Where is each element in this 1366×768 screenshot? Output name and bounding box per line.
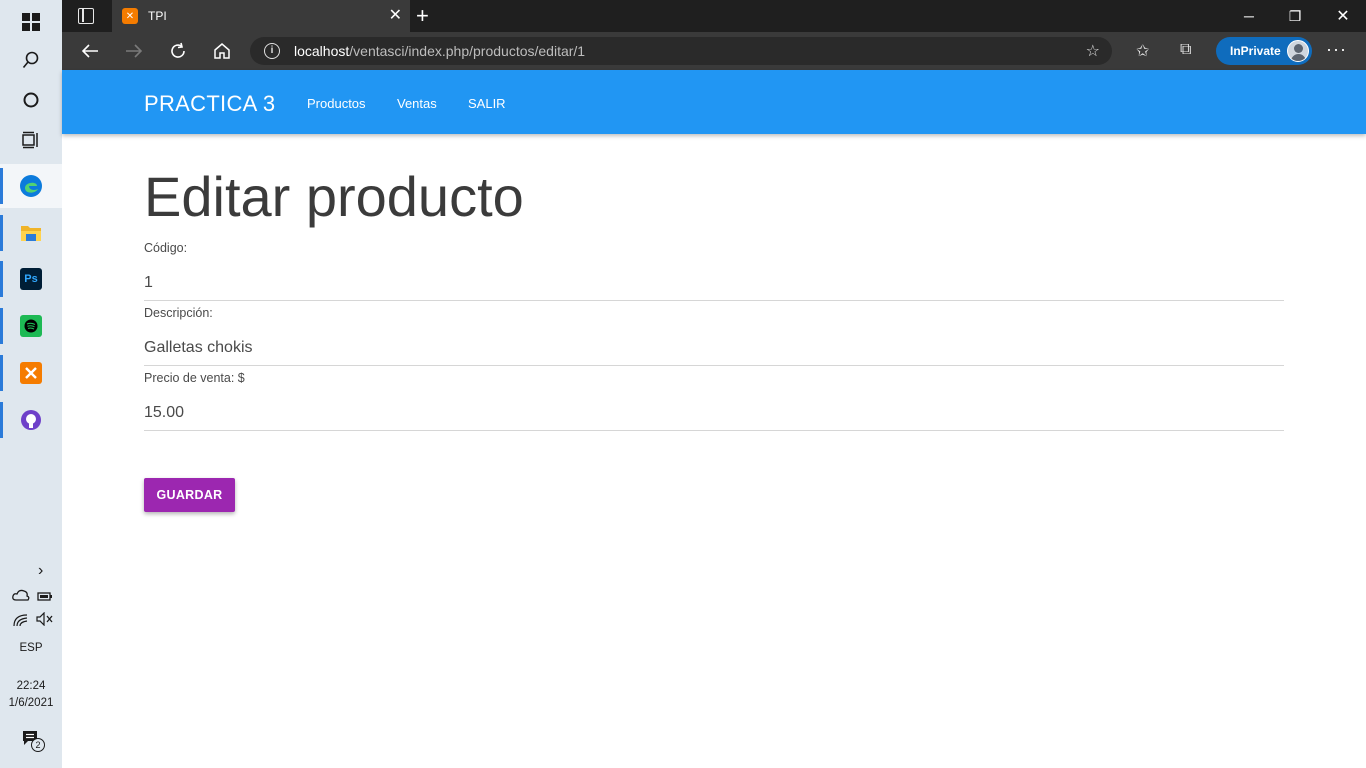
photoshop-icon: Ps bbox=[20, 268, 42, 290]
spotify-icon bbox=[20, 315, 42, 337]
address-bar-input[interactable]: i localhost/ventasci/index.php/productos… bbox=[250, 37, 1112, 65]
new-tab-icon[interactable]: + bbox=[416, 4, 429, 28]
cortana-button[interactable] bbox=[0, 78, 62, 122]
taskbar-app-spotify[interactable] bbox=[0, 304, 62, 348]
action-center-button[interactable]: 2 bbox=[22, 730, 46, 754]
taskbar-app-photoshop[interactable]: Ps bbox=[0, 257, 62, 301]
search-icon bbox=[22, 51, 39, 69]
browser-toolbar: i localhost/ventasci/index.php/productos… bbox=[62, 32, 1366, 70]
arrow-right-icon bbox=[126, 44, 143, 58]
brand-title[interactable]: PRACTICA 3 bbox=[144, 91, 275, 117]
task-view-button[interactable] bbox=[0, 118, 62, 162]
volume-muted-icon[interactable] bbox=[36, 611, 54, 631]
clock-date[interactable]: 1/6/2021 bbox=[0, 697, 62, 709]
windows-taskbar: Ps › ESP 22:24 1/6/2021 2 bbox=[0, 0, 62, 768]
url-path: /ventasci/index.php/productos/editar/1 bbox=[349, 43, 586, 59]
inprivate-profile-button[interactable]: InPrivate bbox=[1216, 37, 1312, 65]
clock-time[interactable]: 22:24 bbox=[0, 680, 62, 692]
collections-icon[interactable]: ⧉ bbox=[1180, 41, 1191, 59]
add-favorite-icon[interactable]: ☆ bbox=[1086, 41, 1100, 61]
wifi-icon[interactable] bbox=[13, 613, 29, 632]
tray-expand-button[interactable]: › bbox=[0, 550, 62, 594]
codigo-input[interactable] bbox=[144, 265, 1284, 301]
notification-count-badge: 2 bbox=[31, 738, 45, 752]
browser-title-bar: ✕ TPI ✕ + ─ ❐ ✕ bbox=[62, 0, 1366, 32]
back-button[interactable] bbox=[74, 36, 106, 66]
descripcion-label: Descripción: bbox=[144, 306, 213, 320]
codigo-label: Código: bbox=[144, 241, 188, 255]
home-icon bbox=[214, 43, 230, 59]
arrow-left-icon bbox=[81, 44, 98, 58]
nav-link-ventas[interactable]: Ventas bbox=[397, 96, 437, 111]
xampp-icon bbox=[20, 362, 42, 384]
url-host: localhost bbox=[294, 43, 350, 59]
site-info-icon[interactable]: i bbox=[264, 43, 280, 59]
cortana-icon bbox=[23, 92, 39, 108]
page-title: Editar producto bbox=[144, 165, 524, 228]
nav-link-productos[interactable]: Productos bbox=[307, 96, 366, 111]
battery-icon[interactable] bbox=[37, 589, 53, 607]
save-button[interactable]: GUARDAR bbox=[144, 478, 235, 512]
edge-icon bbox=[20, 175, 42, 197]
restore-button[interactable]: ❐ bbox=[1272, 0, 1318, 32]
tab-title: TPI bbox=[148, 9, 167, 23]
refresh-button[interactable] bbox=[162, 36, 194, 66]
task-view-icon bbox=[22, 131, 38, 149]
language-indicator[interactable]: ESP bbox=[0, 642, 62, 654]
taskbar-app-edge[interactable] bbox=[0, 164, 62, 208]
minimize-button[interactable]: ─ bbox=[1226, 0, 1272, 32]
windows-logo-icon bbox=[22, 13, 40, 31]
profile-avatar bbox=[1287, 40, 1309, 62]
precio-input[interactable] bbox=[144, 395, 1284, 431]
url-text: localhost/ventasci/index.php/productos/e… bbox=[294, 43, 585, 59]
inprivate-label: InPrivate bbox=[1230, 44, 1281, 58]
close-tab-icon[interactable]: ✕ bbox=[389, 7, 402, 25]
refresh-icon bbox=[171, 42, 185, 58]
chevron-right-icon: › bbox=[38, 562, 44, 579]
browser-tab-active[interactable]: ✕ TPI ✕ bbox=[112, 0, 410, 32]
github-icon bbox=[21, 410, 41, 430]
nav-link-salir[interactable]: SALIR bbox=[468, 96, 506, 111]
tab-actions-icon[interactable] bbox=[78, 8, 94, 24]
home-button[interactable] bbox=[206, 36, 238, 66]
forward-button[interactable] bbox=[118, 36, 150, 66]
onedrive-icon[interactable] bbox=[12, 588, 30, 607]
folder-icon bbox=[21, 226, 41, 241]
precio-label: Precio de venta: $ bbox=[144, 371, 245, 385]
close-window-button[interactable]: ✕ bbox=[1320, 0, 1366, 32]
xampp-favicon-icon: ✕ bbox=[122, 8, 138, 24]
taskbar-app-file-explorer[interactable] bbox=[0, 211, 62, 255]
taskbar-app-xampp[interactable] bbox=[0, 351, 62, 395]
taskbar-app-github-desktop[interactable] bbox=[0, 398, 62, 442]
web-page: PRACTICA 3 Productos Ventas SALIR Editar… bbox=[62, 70, 1366, 768]
descripcion-input[interactable] bbox=[144, 330, 1284, 366]
more-options-icon[interactable]: ··· bbox=[1326, 39, 1347, 60]
favorites-icon[interactable]: ✩ bbox=[1136, 41, 1149, 61]
app-navbar: PRACTICA 3 Productos Ventas SALIR bbox=[62, 70, 1366, 134]
search-button[interactable] bbox=[0, 38, 62, 82]
